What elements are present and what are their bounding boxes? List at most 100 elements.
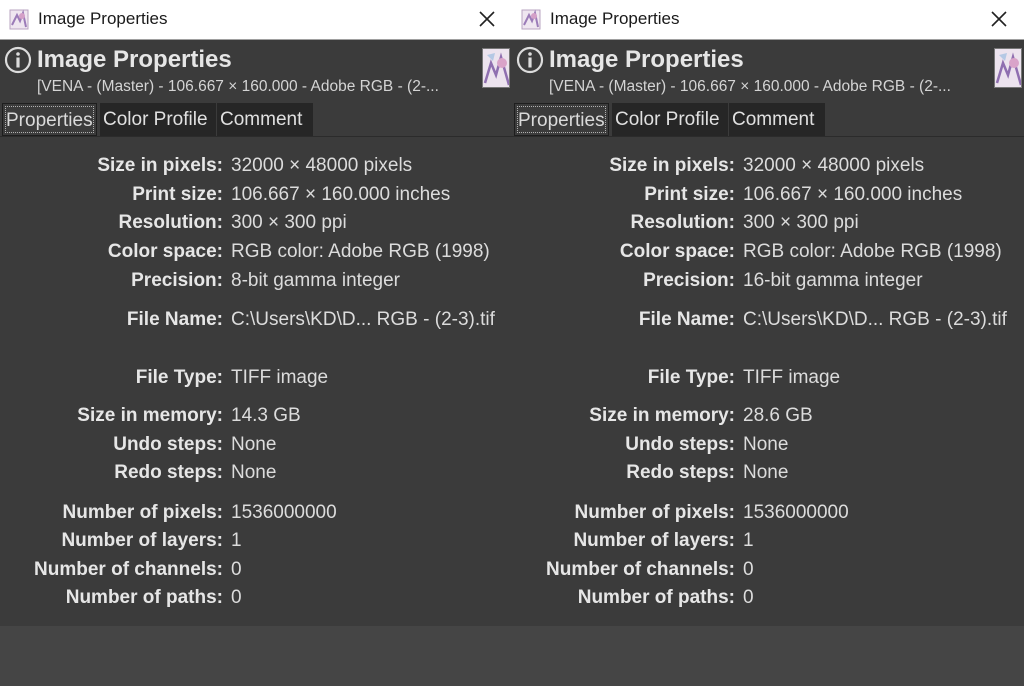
property-row-number-layers: Number of layers: 1 (0, 528, 512, 554)
tab-color-profile[interactable]: Color Profile (100, 103, 216, 136)
property-value: 106.667 × 160.000 inches (231, 184, 451, 205)
property-row-file-type: File Type: TIFF image (512, 365, 1024, 391)
property-value: None (231, 434, 277, 455)
title-bar[interactable]: Image Properties (0, 0, 512, 40)
property-label: Color space: (107, 241, 223, 262)
app-icon (9, 9, 29, 30)
property-value: TIFF image (231, 367, 329, 388)
property-value: 0 (231, 559, 242, 580)
property-value: 0 (231, 587, 242, 608)
info-icon (516, 46, 544, 74)
close-icon (479, 11, 495, 27)
property-label: Number of pixels: (574, 502, 735, 523)
property-value: 300 × 300 ppi (743, 212, 859, 233)
image-thumbnail (482, 48, 510, 88)
image-properties-dialog-right: Image Properties Image Properties [VENA … (512, 0, 1024, 686)
dialog-footer (0, 626, 512, 686)
property-value: 0 (743, 559, 754, 580)
property-label: File Name: (638, 309, 735, 330)
property-row-number-pixels: Number of pixels: 1536000000 (512, 500, 1024, 526)
property-label: Size in memory: (589, 405, 735, 426)
property-value: None (743, 434, 789, 455)
property-row-color-space: Color space: RGB color: Adobe RGB (1998) (0, 239, 512, 265)
header-subtitle: [VENA - (Master) - 106.667 × 160.000 - A… (37, 78, 439, 95)
window-title: Image Properties (550, 9, 680, 28)
property-row-number-channels: Number of channels: 0 (512, 557, 1024, 583)
tab-bar: Properties Color Profile Comment (0, 103, 512, 136)
property-label: Precision: (131, 270, 223, 291)
property-label: Redo steps: (114, 462, 223, 483)
header-subtitle: [VENA - (Master) - 106.667 × 160.000 - A… (549, 78, 951, 95)
property-value: 1536000000 (743, 502, 849, 523)
property-label: Size in pixels: (97, 155, 223, 176)
window-title: Image Properties (38, 9, 168, 28)
property-value: 14.3 GB (231, 405, 301, 426)
tab-comment[interactable]: Comment (729, 103, 825, 136)
property-value: 300 × 300 ppi (231, 212, 347, 233)
property-label: File Type: (135, 367, 223, 388)
property-label: Number of paths: (65, 587, 223, 608)
property-value: 32000 × 48000 pixels (231, 155, 413, 176)
property-row-precision: Precision: 16-bit gamma integer (512, 268, 1024, 294)
properties-panel: Size in pixels: 32000 × 48000 pixels Pri… (512, 136, 1024, 626)
property-value: 1 (231, 530, 242, 551)
property-label: File Type: (647, 367, 735, 388)
property-value: 16-bit gamma integer (743, 270, 923, 291)
close-button[interactable] (974, 0, 1024, 38)
property-row-redo-steps: Redo steps: None (0, 460, 512, 486)
property-row-resolution: Resolution: 300 × 300 ppi (512, 210, 1024, 236)
property-row-number-channels: Number of channels: 0 (0, 557, 512, 583)
property-value: 0 (743, 587, 754, 608)
info-icon (4, 46, 32, 74)
property-row-number-paths: Number of paths: 0 (0, 585, 512, 611)
property-value: RGB color: Adobe RGB (1998) (743, 241, 1002, 262)
property-value: RGB color: Adobe RGB (1998) (231, 241, 490, 262)
tab-color-profile[interactable]: Color Profile (612, 103, 728, 136)
property-label: Number of channels: (34, 559, 223, 580)
tab-properties[interactable]: Properties (2, 103, 97, 136)
property-label: Resolution: (630, 212, 736, 233)
property-label: Undo steps: (625, 434, 735, 455)
property-label: Redo steps: (626, 462, 735, 483)
property-row-size-pixels: Size in pixels: 32000 × 48000 pixels (0, 153, 512, 179)
property-value: 1536000000 (231, 502, 337, 523)
dialog-footer (512, 626, 1024, 686)
title-bar[interactable]: Image Properties (512, 0, 1024, 40)
property-label: Size in memory: (77, 405, 223, 426)
property-row-file-name: File Name: C:\Users\KD\D... RGB - (2-3).… (512, 307, 1024, 333)
property-label: File Name: (126, 309, 223, 330)
property-label: Undo steps: (113, 434, 223, 455)
property-label: Print size: (132, 184, 223, 205)
close-button[interactable] (462, 0, 512, 38)
property-label: Number of pixels: (62, 502, 223, 523)
tab-comment[interactable]: Comment (217, 103, 313, 136)
property-label: Size in pixels: (609, 155, 735, 176)
property-row-size-memory: Size in memory: 28.6 GB (512, 403, 1024, 429)
app-icon (521, 9, 541, 30)
property-label: Number of layers: (61, 530, 223, 551)
header-title: Image Properties (37, 46, 232, 73)
property-value: 28.6 GB (743, 405, 813, 426)
image-properties-dialog-left: Image Properties Image Properties [VENA … (0, 0, 512, 686)
property-value: 32000 × 48000 pixels (743, 155, 925, 176)
property-label: Precision: (643, 270, 735, 291)
property-row-file-name: File Name: C:\Users\KD\D... RGB - (2-3).… (0, 307, 512, 333)
properties-panel: Size in pixels: 32000 × 48000 pixels Pri… (0, 136, 512, 626)
property-label: Number of paths: (577, 587, 735, 608)
property-row-print-size: Print size: 106.667 × 160.000 inches (512, 182, 1024, 208)
property-row-size-pixels: Size in pixels: 32000 × 48000 pixels (512, 153, 1024, 179)
property-label: Print size: (644, 184, 735, 205)
close-icon (991, 11, 1007, 27)
property-value: 1 (743, 530, 754, 551)
property-row-number-paths: Number of paths: 0 (512, 585, 1024, 611)
dialog-header: Image Properties [VENA - (Master) - 106.… (0, 41, 512, 101)
property-row-size-memory: Size in memory: 14.3 GB (0, 403, 512, 429)
tab-bar: Properties Color Profile Comment (512, 103, 1024, 136)
property-row-print-size: Print size: 106.667 × 160.000 inches (0, 182, 512, 208)
property-row-number-layers: Number of layers: 1 (512, 528, 1024, 554)
property-label: Number of channels: (546, 559, 735, 580)
property-value: C:\Users\KD\D... RGB - (2-3).tif (743, 309, 1007, 330)
tab-properties[interactable]: Properties (514, 103, 609, 136)
property-row-file-type: File Type: TIFF image (0, 365, 512, 391)
property-label: Color space: (619, 241, 735, 262)
